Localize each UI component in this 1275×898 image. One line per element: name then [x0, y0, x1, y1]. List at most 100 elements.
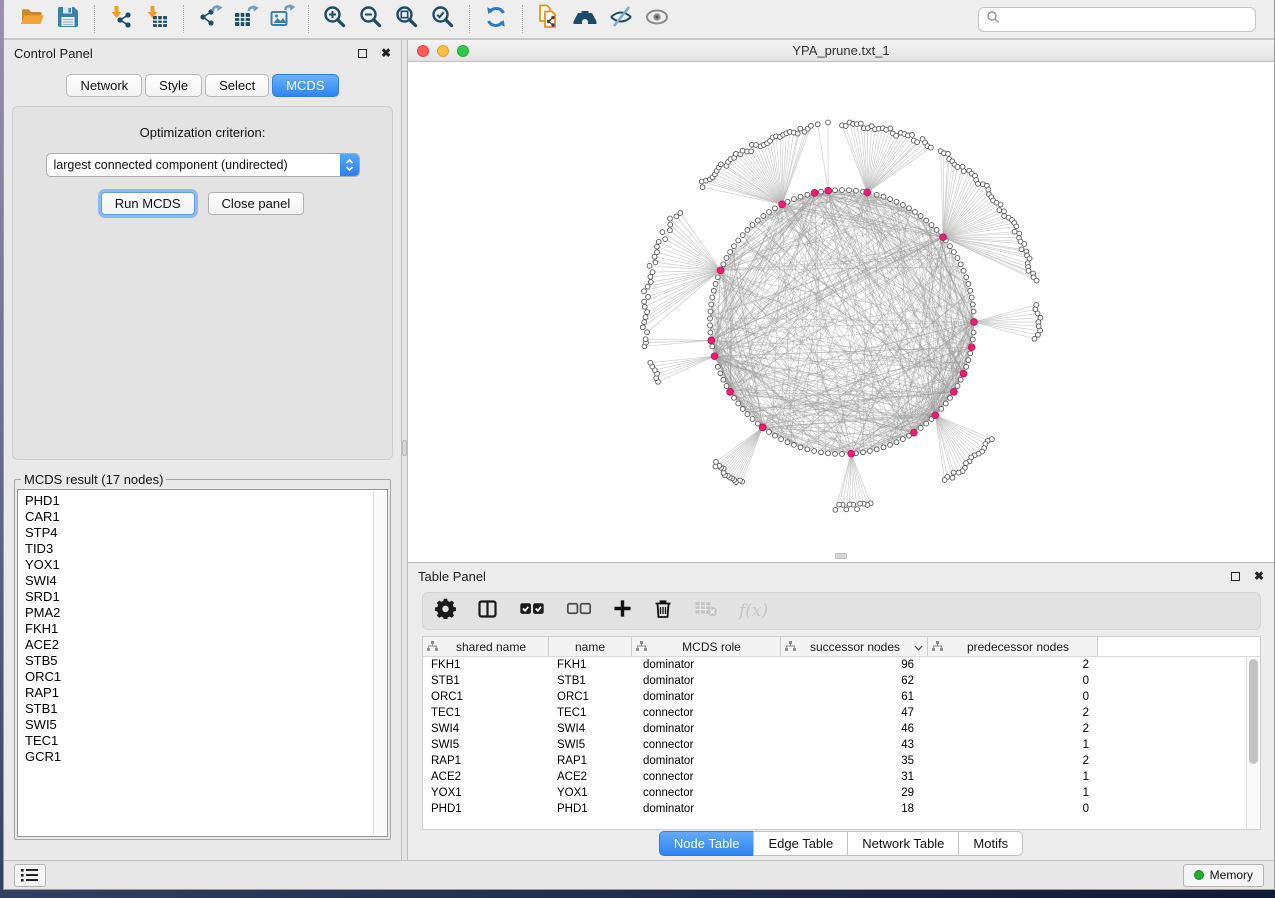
float-panel-icon[interactable] — [358, 49, 367, 58]
tab-style[interactable]: Style — [145, 74, 202, 97]
refresh-button[interactable] — [478, 3, 514, 35]
table-row[interactable]: YOX1YOX1connector291 — [423, 785, 1260, 801]
mcds-node-item[interactable]: SWI4 — [25, 573, 387, 589]
duplicate-network-button[interactable] — [531, 3, 567, 35]
import-table-button[interactable] — [139, 3, 175, 35]
optimization-criterion-select[interactable]: largest connected component (undirected) — [46, 153, 360, 177]
mcds-node-item[interactable]: ACE2 — [25, 637, 387, 653]
function-builder-button[interactable]: f(x) — [739, 599, 768, 623]
close-panel-button[interactable]: Close panel — [208, 192, 305, 215]
tab-motifs[interactable]: Motifs — [958, 831, 1023, 856]
tab-edge-table[interactable]: Edge Table — [753, 831, 848, 856]
cell: connector — [632, 771, 781, 783]
network-canvas[interactable] — [408, 62, 1274, 562]
tab-network[interactable]: Network — [66, 74, 142, 97]
mcds-node-item[interactable]: RAP1 — [25, 685, 387, 701]
cytoscape-window: Control Panel ✖ NetworkStyleSelectMCDS O… — [3, 0, 1275, 890]
table-panel-title: Table Panel — [418, 569, 486, 584]
export-network-button[interactable] — [192, 3, 228, 35]
mcds-node-item[interactable]: GCR1 — [25, 749, 387, 765]
cell: ORC1 — [549, 691, 632, 703]
zoom-fit-button[interactable] — [389, 3, 425, 35]
mcds-node-item[interactable]: SWI5 — [25, 717, 387, 733]
table-row[interactable]: TEC1TEC1connector472 — [423, 705, 1260, 721]
float-table-panel-icon[interactable] — [1231, 572, 1240, 581]
eye-button[interactable] — [639, 3, 675, 35]
tab-mcds[interactable]: MCDS — [272, 74, 338, 97]
run-mcds-button[interactable]: Run MCDS — [101, 192, 195, 215]
table-tabs: Node TableEdge TableNetwork TableMotifs — [408, 830, 1274, 860]
hide-slash-button[interactable] — [603, 3, 639, 35]
horizontal-splitter-handle[interactable] — [835, 553, 847, 559]
column-type-icon — [785, 640, 796, 654]
settings-button[interactable] — [435, 599, 456, 623]
table-row[interactable]: FKH1FKH1dominator962 — [423, 657, 1260, 673]
column-header-name[interactable]: name — [549, 637, 632, 656]
window-zoom-icon[interactable] — [457, 45, 469, 57]
export-image-button[interactable] — [264, 3, 300, 35]
table-row[interactable]: ACE2ACE2connector311 — [423, 769, 1260, 785]
zoom-out-button[interactable] — [353, 3, 389, 35]
zoom-in-button[interactable] — [317, 3, 353, 35]
add-column-button[interactable] — [613, 599, 632, 623]
mcds-node-item[interactable]: FKH1 — [25, 621, 387, 637]
mcds-node-item[interactable]: TID3 — [25, 541, 387, 557]
memory-button[interactable]: Memory — [1183, 864, 1264, 887]
mcds-result-list[interactable]: PHD1CAR1STP4TID3YOX1SWI4SRD1PMA2FKH1ACE2… — [17, 489, 388, 837]
zoom-selected-button[interactable] — [425, 3, 461, 35]
window-minimize-icon[interactable] — [437, 45, 449, 57]
mcds-node-item[interactable]: PMA2 — [25, 605, 387, 621]
column-header-predecessor-nodes[interactable]: predecessor nodes — [928, 637, 1098, 656]
cell: dominator — [632, 675, 781, 687]
window-close-icon[interactable] — [417, 45, 429, 57]
mcds-node-item[interactable]: CAR1 — [25, 509, 387, 525]
binoculars-button[interactable] — [567, 3, 603, 35]
mcds-node-item[interactable]: SRD1 — [25, 589, 387, 605]
close-table-panel-icon[interactable]: ✖ — [1254, 570, 1264, 582]
table-row[interactable]: RAP1RAP1dominator352 — [423, 753, 1260, 769]
network-graph[interactable] — [408, 62, 1275, 563]
mcds-node-item[interactable]: ORC1 — [25, 669, 387, 685]
show-column-icon — [477, 599, 498, 624]
delete-table-button[interactable] — [694, 599, 718, 623]
tab-node-table[interactable]: Node Table — [659, 831, 755, 856]
mcds-list-scrollbar[interactable] — [373, 491, 386, 835]
column-header-successor-nodes[interactable]: successor nodes — [781, 637, 928, 656]
save-button[interactable] — [50, 3, 86, 35]
table-scrollbar-thumb[interactable] — [1249, 659, 1258, 764]
splitter-handle[interactable] — [402, 440, 407, 456]
task-history-button[interactable] — [14, 864, 46, 887]
mcds-node-item[interactable]: STB1 — [25, 701, 387, 717]
export-table-button[interactable] — [228, 3, 264, 35]
select-all-button[interactable] — [519, 599, 545, 623]
cell: 0 — [928, 675, 1098, 687]
mcds-node-item[interactable]: STP4 — [25, 525, 387, 541]
show-column-button[interactable] — [477, 599, 498, 623]
mcds-node-item[interactable]: TEC1 — [25, 733, 387, 749]
tab-network-table[interactable]: Network Table — [847, 831, 959, 856]
mcds-node-item[interactable]: YOX1 — [25, 557, 387, 573]
column-header-shared-name[interactable]: shared name — [423, 637, 549, 656]
close-panel-icon[interactable]: ✖ — [381, 47, 391, 59]
import-network-button[interactable] — [103, 3, 139, 35]
mcds-node-item[interactable]: STB5 — [25, 653, 387, 669]
cell: dominator — [632, 723, 781, 735]
table-row[interactable]: SWI4SWI4dominator462 — [423, 721, 1260, 737]
cell: dominator — [632, 659, 781, 671]
tab-select[interactable]: Select — [205, 74, 269, 97]
mcds-node-item[interactable]: PHD1 — [25, 493, 387, 509]
table-row[interactable]: ORC1ORC1dominator610 — [423, 689, 1260, 705]
search-input[interactable] — [978, 7, 1256, 32]
memory-status-icon — [1194, 870, 1204, 880]
vertical-splitter[interactable] — [401, 40, 408, 860]
cell: 62 — [781, 675, 928, 687]
table-scrollbar[interactable] — [1246, 657, 1260, 829]
open-folder-button[interactable] — [14, 3, 50, 35]
table-row[interactable]: SWI5SWI5connector431 — [423, 737, 1260, 753]
deselect-all-button[interactable] — [566, 599, 592, 623]
table-row[interactable]: PHD1PHD1dominator180 — [423, 801, 1260, 817]
table-row[interactable]: STB1STB1dominator620 — [423, 673, 1260, 689]
column-header-MCDS-role[interactable]: MCDS role — [632, 637, 781, 656]
delete-columns-button[interactable] — [653, 599, 673, 623]
main-toolbar — [4, 0, 1274, 40]
